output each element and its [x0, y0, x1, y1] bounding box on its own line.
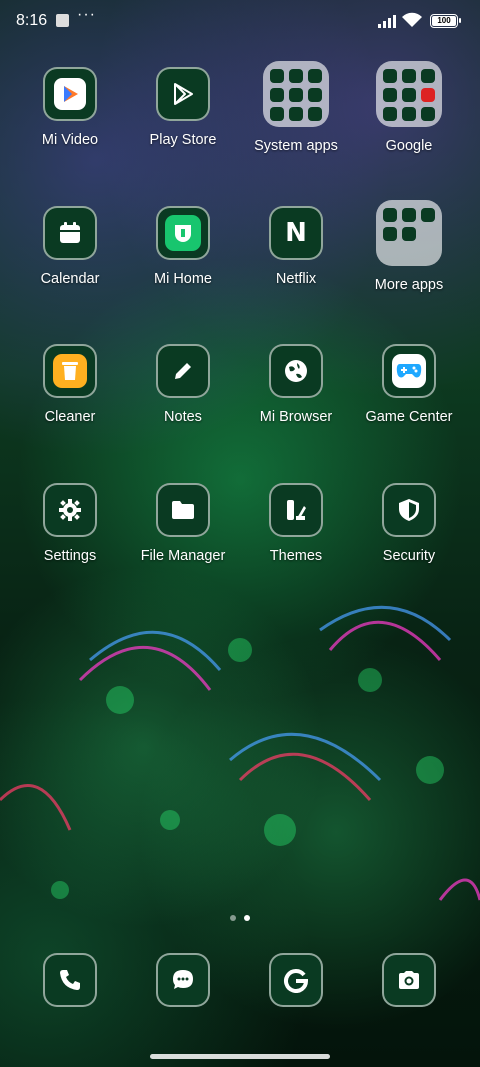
battery-level: 100	[432, 16, 456, 26]
app-label: Calendar	[40, 271, 100, 287]
battery-icon: 100	[430, 14, 461, 28]
app-calendar[interactable]: Calendar	[15, 206, 125, 287]
app-label: Security	[382, 548, 436, 564]
cleaner-icon	[43, 344, 97, 398]
camera-icon	[382, 953, 436, 1007]
calendar-icon	[43, 206, 97, 260]
folder-icon	[156, 483, 210, 537]
dock-phone[interactable]	[15, 953, 125, 1007]
clock: 8:16	[16, 12, 48, 29]
app-label: Google	[385, 138, 433, 154]
globe-icon	[269, 344, 323, 398]
app-notes[interactable]: Notes	[128, 344, 238, 425]
app-game-center[interactable]: Game Center	[354, 344, 464, 425]
folder-icon	[376, 200, 442, 266]
messages-icon	[156, 953, 210, 1007]
page-dot-active[interactable]	[244, 915, 250, 921]
app-label: Mi Home	[153, 271, 212, 287]
app-label: Cleaner	[44, 409, 96, 425]
dock-google[interactable]	[241, 953, 351, 1007]
folder-more-apps[interactable]: More apps	[354, 200, 464, 293]
app-label: Notes	[164, 409, 202, 425]
app-mi-home[interactable]: Mi Home	[128, 206, 238, 287]
mi-home-icon	[156, 206, 210, 260]
app-settings[interactable]: Settings	[15, 483, 125, 564]
app-label: Play Store	[149, 132, 217, 148]
google-icon	[269, 953, 323, 1007]
page-dot[interactable]	[230, 915, 236, 921]
dock-messages[interactable]	[128, 953, 238, 1007]
signal-icon	[378, 15, 396, 28]
page-indicator	[0, 908, 480, 926]
gamepad-icon	[382, 344, 436, 398]
app-themes[interactable]: Themes	[241, 483, 351, 564]
app-mi-video[interactable]: Mi Video	[15, 67, 125, 148]
app-cleaner[interactable]: Cleaner	[15, 344, 125, 425]
more-notifications-icon: ···	[77, 6, 96, 23]
pencil-icon	[156, 344, 210, 398]
app-label: Netflix	[275, 271, 317, 287]
netflix-glyph: N	[285, 218, 307, 248]
notification-icon	[56, 14, 69, 27]
app-label: Themes	[269, 548, 323, 564]
shield-icon	[382, 483, 436, 537]
gear-icon	[43, 483, 97, 537]
app-label: Game Center	[365, 409, 453, 425]
themes-icon	[269, 483, 323, 537]
home-indicator[interactable]	[150, 1054, 330, 1059]
mi-video-icon	[43, 67, 97, 121]
folder-google[interactable]: Google	[354, 61, 464, 154]
phone-icon	[43, 953, 97, 1007]
app-label: Mi Browser	[259, 409, 333, 425]
app-label: More apps	[374, 277, 444, 293]
app-mi-browser[interactable]: Mi Browser	[241, 344, 351, 425]
app-label: Mi Video	[41, 132, 99, 148]
app-play-store[interactable]: Play Store	[128, 67, 238, 148]
wifi-icon	[402, 12, 422, 27]
folder-icon	[376, 61, 442, 127]
netflix-icon: N	[269, 206, 323, 260]
folder-icon	[263, 61, 329, 127]
app-file-manager[interactable]: File Manager	[128, 483, 238, 564]
app-label: System apps	[254, 138, 338, 154]
dock-camera[interactable]	[354, 953, 464, 1007]
app-netflix[interactable]: N Netflix	[241, 206, 351, 287]
app-label: Settings	[43, 548, 97, 564]
folder-system-apps[interactable]: System apps	[241, 61, 351, 154]
play-store-icon	[156, 67, 210, 121]
app-label: File Manager	[140, 548, 226, 564]
status-bar: 8:16 ··· 100	[0, 0, 480, 44]
app-security[interactable]: Security	[354, 483, 464, 564]
